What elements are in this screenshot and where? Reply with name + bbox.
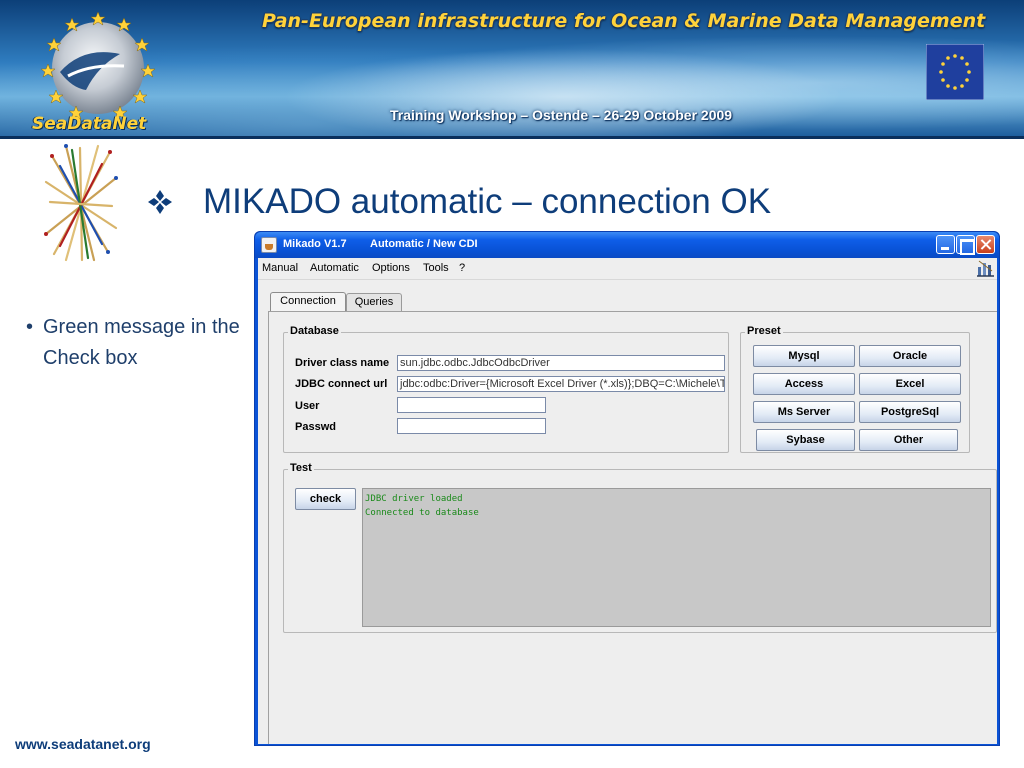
- tab-connection[interactable]: Connection: [270, 292, 346, 311]
- test-legend: Test: [288, 462, 314, 474]
- menu-automatic[interactable]: Automatic: [310, 262, 359, 274]
- check-output-box[interactable]: JDBC driver loaded Connected to database: [362, 488, 991, 627]
- database-legend: Database: [288, 325, 341, 337]
- bullet-text: Green message in the Check box: [43, 316, 240, 369]
- mikado-sticks-image: [44, 144, 118, 262]
- database-group: Database Driver class name sun.jdbc.odbc…: [283, 325, 729, 453]
- driver-class-label: Driver class name: [295, 357, 390, 369]
- user-label: User: [295, 400, 320, 412]
- slide-title: MIKADO automatic – connection OK: [203, 182, 772, 221]
- user-field[interactable]: [397, 397, 546, 413]
- footer-url[interactable]: www.seadatanet.org: [15, 736, 151, 752]
- passwd-field[interactable]: [397, 418, 546, 434]
- preset-other-button[interactable]: Other: [859, 429, 958, 451]
- window-titlebar[interactable]: Mikado V1.7 Automatic / New CDI: [255, 232, 999, 258]
- test-group: Test check JDBC driver loaded Connected …: [283, 462, 997, 633]
- jdbc-url-field[interactable]: jdbc:odbc:Driver={Microsoft Excel Driver…: [397, 376, 725, 392]
- java-app-icon: [261, 237, 277, 253]
- preset-group: Preset Mysql Oracle Access Excel Ms Serv…: [740, 325, 970, 453]
- close-button[interactable]: [976, 235, 995, 254]
- mikado-window: Mikado V1.7 Automatic / New CDI Manual A…: [254, 231, 1000, 746]
- preset-legend: Preset: [745, 325, 783, 337]
- preset-oracle-button[interactable]: Oracle: [859, 345, 961, 367]
- banner-subtitle: Training Workshop – Ostende – 26-29 Octo…: [390, 107, 733, 123]
- menu-tools[interactable]: Tools: [423, 262, 449, 274]
- window-client-area: Manual Automatic Options Tools ? Connect…: [258, 258, 997, 744]
- header-banner: SeaDataNet Pan-European infrastructure f…: [0, 0, 1024, 138]
- preset-mysql-button[interactable]: Mysql: [753, 345, 855, 367]
- menu-bar: Manual Automatic Options Tools ?: [258, 258, 997, 280]
- passwd-label: Passwd: [295, 421, 336, 433]
- maximize-button[interactable]: [956, 235, 975, 255]
- jdbc-url-label: JDBC connect url: [295, 378, 388, 390]
- bullet-dot: •: [26, 316, 34, 338]
- diamond-bullet-icon: [148, 190, 172, 214]
- window-title: Mikado V1.7: [283, 238, 347, 250]
- check-button[interactable]: check: [295, 488, 356, 510]
- tab-queries[interactable]: Queries: [346, 293, 402, 311]
- logo-text: SeaDataNet: [32, 114, 147, 134]
- preset-msserver-button[interactable]: Ms Server: [753, 401, 855, 423]
- banner-title: Pan-European infrastructure for Ocean & …: [262, 10, 986, 32]
- connection-panel: Database Driver class name sun.jdbc.odbc…: [268, 311, 997, 744]
- preset-access-button[interactable]: Access: [753, 373, 855, 395]
- minimize-button[interactable]: [936, 235, 955, 254]
- preset-sybase-button[interactable]: Sybase: [756, 429, 855, 451]
- banner-divider: [0, 136, 1024, 139]
- eu-flag-icon: [926, 44, 984, 100]
- preset-excel-button[interactable]: Excel: [859, 373, 961, 395]
- menu-options[interactable]: Options: [372, 262, 410, 274]
- window-subtitle: Automatic / New CDI: [370, 238, 478, 250]
- menu-help[interactable]: ?: [459, 262, 465, 274]
- app-logo-icon: [977, 260, 994, 277]
- menu-manual[interactable]: Manual: [262, 262, 298, 274]
- console-line: JDBC driver loaded: [365, 494, 463, 504]
- preset-postgresql-button[interactable]: PostgreSql: [859, 401, 961, 423]
- console-line: Connected to database: [365, 508, 479, 518]
- driver-class-field[interactable]: sun.jdbc.odbc.JdbcOdbcDriver: [397, 355, 725, 371]
